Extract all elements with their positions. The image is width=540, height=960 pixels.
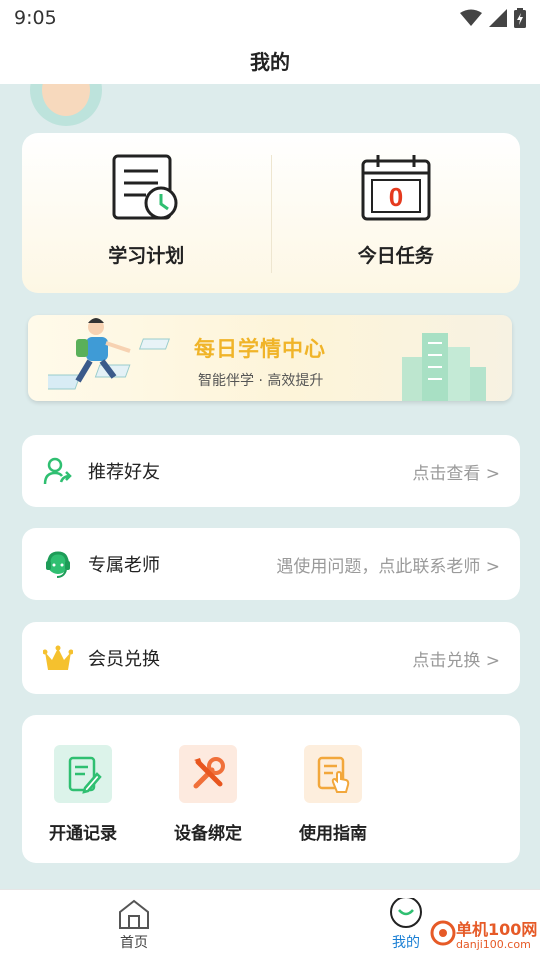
tools-card: 开通记录 设备绑定 使用指南 bbox=[22, 715, 520, 863]
signal-icon bbox=[489, 9, 507, 27]
watermark-name: 单机100网 bbox=[456, 920, 538, 939]
activation-records-label: 开通记录 bbox=[49, 824, 117, 844]
study-plan-button[interactable]: 学习计划 bbox=[22, 133, 271, 293]
recommend-friends-hint: 点击查看 > bbox=[412, 463, 500, 484]
today-task-label: 今日任务 bbox=[357, 245, 434, 267]
tab-home-label: 首页 bbox=[120, 935, 148, 951]
avatar-face bbox=[42, 84, 90, 116]
plan-card: 学习计划 0 今日任务 bbox=[22, 133, 520, 293]
status-bar: 9:05 bbox=[0, 0, 540, 36]
dedicated-teacher-row[interactable]: 专属老师 遇使用问题，点此联系老师 > bbox=[22, 528, 520, 600]
mine-icon bbox=[390, 898, 422, 928]
member-exchange-label: 会员兑换 bbox=[88, 649, 160, 670]
building-illustration bbox=[402, 333, 486, 401]
user-share-icon bbox=[42, 455, 74, 487]
records-edit-icon bbox=[54, 745, 112, 803]
recommend-friends-label: 推荐好友 bbox=[88, 462, 160, 483]
watermark-url: danji100.com bbox=[456, 938, 531, 951]
recommend-friends-row[interactable]: 推荐好友 点击查看 > bbox=[22, 435, 520, 507]
battery-icon bbox=[514, 8, 526, 28]
today-task-button[interactable]: 0 今日任务 bbox=[272, 133, 521, 293]
student-running-illustration bbox=[48, 318, 170, 390]
member-exchange-hint: 点击兑换 > bbox=[412, 650, 500, 671]
crown-icon bbox=[42, 642, 74, 674]
activation-records-button[interactable]: 开通记录 bbox=[33, 745, 133, 844]
study-plan-icon bbox=[112, 154, 178, 220]
today-task-count: 0 bbox=[389, 182, 403, 212]
tab-mine[interactable]: 我的 bbox=[388, 898, 424, 952]
banner-title: 每日学情中心 bbox=[194, 337, 326, 361]
member-exchange-row[interactable]: 会员兑换 点击兑换 > bbox=[22, 622, 520, 694]
avatar-background bbox=[30, 84, 102, 126]
status-time: 9:05 bbox=[14, 7, 57, 29]
headset-icon bbox=[42, 548, 74, 580]
avatar[interactable] bbox=[30, 84, 102, 126]
dedicated-teacher-label: 专属老师 bbox=[88, 555, 160, 576]
watermark-logo-icon bbox=[430, 920, 456, 946]
page-title: 我的 bbox=[250, 49, 290, 74]
study-plan-label: 学习计划 bbox=[108, 245, 185, 267]
tab-mine-label: 我的 bbox=[392, 935, 420, 951]
site-watermark: 单机100网 danji100.com bbox=[430, 912, 540, 960]
tab-home[interactable]: 首页 bbox=[116, 898, 152, 952]
wifi-icon bbox=[460, 9, 482, 26]
tools-wrench-icon bbox=[179, 745, 237, 803]
device-binding-label: 设备绑定 bbox=[174, 824, 242, 844]
user-guide-label: 使用指南 bbox=[299, 824, 367, 844]
banner-subtitle: 智能伴学 · 高效提升 bbox=[198, 373, 324, 389]
device-binding-button[interactable]: 设备绑定 bbox=[158, 745, 258, 844]
guide-touch-icon bbox=[304, 745, 362, 803]
calendar-icon: 0 bbox=[361, 155, 431, 221]
daily-learning-center-banner[interactable]: 每日学情中心 智能伴学 · 高效提升 bbox=[28, 315, 512, 401]
status-icons bbox=[460, 8, 526, 28]
user-guide-button[interactable]: 使用指南 bbox=[283, 745, 383, 844]
title-bar: 我的 bbox=[0, 36, 540, 84]
dedicated-teacher-hint: 遇使用问题，点此联系老师 > bbox=[276, 556, 500, 577]
home-icon bbox=[119, 899, 149, 929]
